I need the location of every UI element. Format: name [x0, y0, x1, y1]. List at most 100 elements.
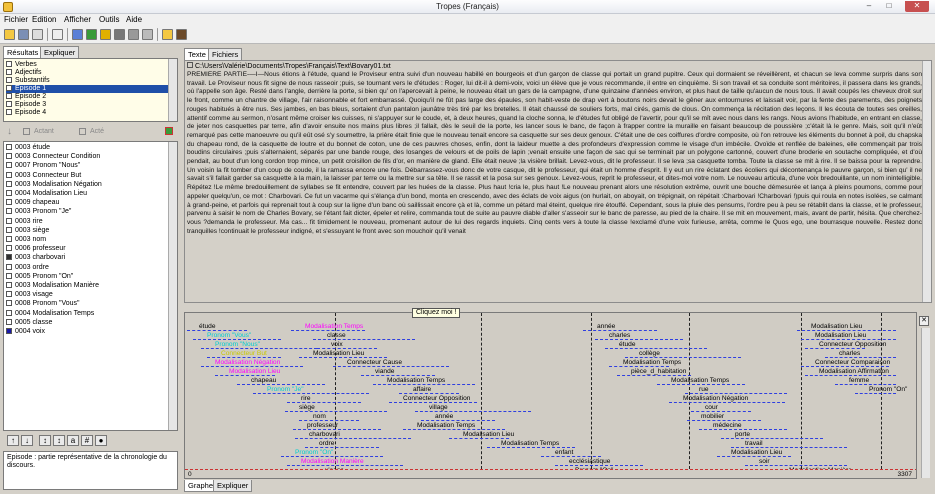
graph-label[interactable]: rue	[699, 386, 709, 394]
graph-label[interactable]: Modalisation Temps	[417, 422, 475, 430]
sort-desc-icon[interactable]: ↕	[53, 435, 65, 446]
graph-label[interactable]: Connecteur Cause	[347, 359, 402, 367]
checkbox-icon[interactable]	[6, 245, 12, 252]
result-item[interactable]: 0003 Connecteur But	[6, 171, 175, 180]
menu-outils[interactable]: Outils	[99, 15, 119, 24]
checkbox-icon[interactable]	[6, 226, 12, 233]
checkbox-icon[interactable]	[6, 236, 12, 242]
graph-label[interactable]: Modalisation Manière	[301, 458, 364, 466]
graph-label[interactable]: étude	[199, 323, 216, 331]
search-icon[interactable]: ●	[95, 435, 107, 446]
text-body[interactable]: PREMIERE PARTIE-—I—Nous étions à l'étude…	[187, 71, 922, 301]
graph-label[interactable]: mobilier	[701, 413, 724, 421]
graph-label[interactable]: cour	[705, 404, 718, 412]
graph-label[interactable]: voix	[331, 341, 343, 349]
graph-label[interactable]: Modalisation Lieu	[731, 449, 782, 457]
tab-texte[interactable]: Texte	[184, 48, 210, 60]
graph-label[interactable]: ecclésiastique	[569, 458, 610, 466]
checkbox-icon[interactable]	[6, 291, 12, 298]
graph-label[interactable]: Connecteur But	[221, 350, 267, 358]
checkbox-icon[interactable]	[6, 217, 12, 224]
list-item-selected[interactable]: Episode 1	[6, 85, 175, 93]
graph-label[interactable]: Modalisation Temps	[501, 440, 559, 448]
list-item[interactable]: Substantifs	[6, 77, 175, 85]
scrollbar[interactable]	[168, 142, 177, 430]
graph-label[interactable]: femme	[849, 377, 869, 385]
graph-label[interactable]: collège	[639, 350, 660, 358]
graph-label[interactable]: pièce_d_habitation	[631, 368, 686, 376]
checkbox-icon[interactable]	[6, 153, 12, 160]
checkbox-icon[interactable]	[6, 254, 12, 261]
result-item[interactable]: 0009 chapeau	[6, 199, 175, 207]
result-item[interactable]: 0004 Modalisation Lieu	[6, 190, 175, 198]
checkbox-icon[interactable]	[6, 272, 12, 279]
copy-icon[interactable]	[52, 29, 63, 40]
checkbox-icon[interactable]	[6, 282, 12, 288]
result-item[interactable]: 0003 Modalisation Manière	[6, 282, 175, 290]
graph-label[interactable]: enfant	[555, 449, 573, 457]
book-icon[interactable]	[176, 29, 187, 40]
graph-icon[interactable]	[72, 29, 83, 40]
graph-label[interactable]: Pronom "On"	[869, 386, 907, 394]
tooltip[interactable]: Cliquez moi !	[412, 308, 461, 318]
sort-alpha-icon[interactable]: a	[67, 435, 79, 446]
scenario-graph[interactable]: étude Modalisation Temps Pronom "Vous" clas…	[184, 312, 917, 479]
checkbox-icon[interactable]	[6, 180, 12, 187]
result-item[interactable]: 0006 professeur	[6, 245, 175, 253]
tab-expliquer-graph[interactable]: Expliquer	[213, 480, 253, 492]
graph-label[interactable]: charles	[839, 350, 860, 358]
dictionary-icon[interactable]	[162, 29, 173, 40]
close-button[interactable]: ✕	[905, 1, 929, 12]
graph-label[interactable]: Connecteur Opposition	[403, 395, 470, 403]
result-item[interactable]: 0004 Modalisation Temps	[6, 309, 175, 318]
result-item[interactable]: 0003 rire	[6, 217, 175, 226]
sort-freq-icon[interactable]: #	[81, 435, 93, 446]
result-item[interactable]: 0003 visage	[6, 291, 175, 299]
result-item[interactable]: 0004 voix	[6, 328, 175, 336]
checkbox-icon[interactable]	[6, 162, 12, 169]
menu-edition[interactable]: Edition	[32, 15, 56, 24]
stars-icon[interactable]	[100, 29, 111, 40]
checkbox-icon[interactable]	[6, 328, 12, 334]
result-item[interactable]: 0003 charbovari	[6, 254, 175, 262]
graph-label[interactable]: Modalisation Négation	[215, 359, 280, 367]
checkbox-icon[interactable]	[6, 263, 12, 270]
graph-label[interactable]: nom	[313, 413, 326, 421]
result-item[interactable]: 0008 Pronom "Vous"	[6, 300, 175, 308]
checkbox-icon[interactable]	[6, 171, 12, 178]
graph-label[interactable]: viande	[375, 368, 394, 376]
graph-label[interactable]: médecine	[713, 422, 742, 430]
checkbox-icon[interactable]	[6, 208, 12, 215]
scrollbar[interactable]	[921, 328, 930, 478]
move-up-icon[interactable]: ↑	[7, 435, 19, 446]
result-item[interactable]: 0003 siège	[6, 226, 175, 235]
result-item[interactable]: 0003 Pronom "Je"	[6, 208, 175, 216]
graph-label[interactable]: Modalisation Temps	[671, 377, 729, 385]
result-item[interactable]: 0003 nom	[6, 236, 175, 244]
graph-label[interactable]: Modalisation Négation	[683, 395, 748, 403]
minimize-button[interactable]: –	[861, 1, 877, 12]
graph-label[interactable]: Modalisation Temps	[387, 377, 445, 385]
checkbox-icon[interactable]	[6, 199, 12, 206]
scrollbar[interactable]	[922, 61, 931, 302]
graph-label[interactable]: charles	[609, 332, 630, 340]
checkbox-icon[interactable]	[6, 190, 12, 196]
open-icon[interactable]	[4, 29, 15, 40]
graph-label[interactable]: classe	[327, 332, 346, 340]
graph-label[interactable]: village	[429, 404, 448, 412]
graph-label[interactable]: ordre	[319, 440, 334, 448]
result-item[interactable]: 0005 Pronom "On"	[6, 272, 175, 281]
list-item[interactable]: Episode 3	[6, 101, 175, 109]
graph-label[interactable]: année	[597, 323, 615, 331]
graph-label[interactable]: Pronom "Je"	[267, 386, 304, 394]
graph-label[interactable]: étude	[619, 341, 636, 349]
tab-expliquer[interactable]: Expliquer	[40, 46, 80, 58]
graph-label[interactable]: année	[435, 413, 453, 421]
list-icon[interactable]	[142, 29, 153, 40]
graph-label[interactable]: Modalisation Temps	[623, 359, 681, 367]
scenario-icon[interactable]	[86, 29, 97, 40]
checkbox-icon[interactable]	[6, 300, 12, 307]
checkbox-icon[interactable]	[6, 144, 12, 150]
move-down-icon[interactable]: ↓	[21, 435, 33, 446]
menu-fichier[interactable]: Fichier	[4, 15, 28, 24]
